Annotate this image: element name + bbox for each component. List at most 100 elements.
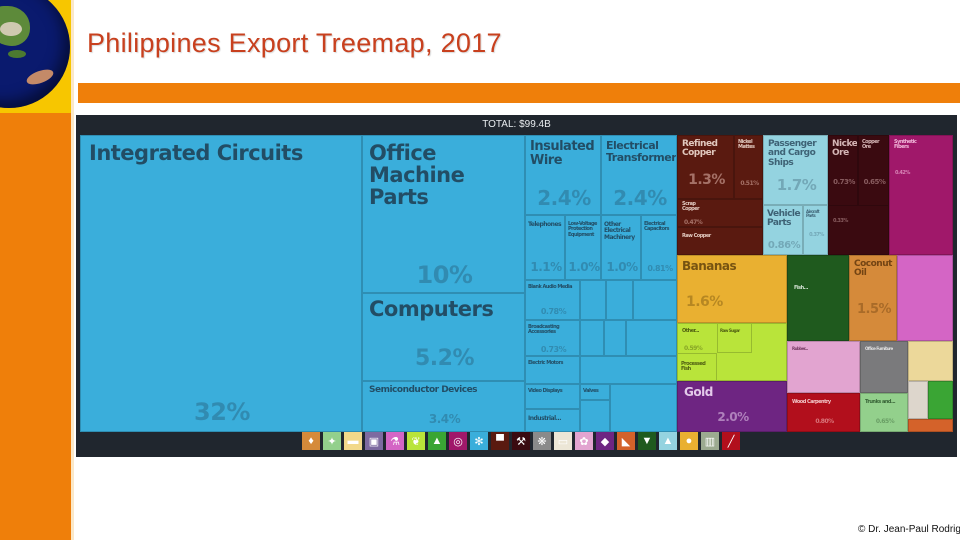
treemap-cell-computers[interactable]: Computers 5.2% — [362, 293, 525, 381]
treemap-cell-electrical-capacitors[interactable]: Electrical Capacitors 0.81% — [641, 215, 677, 280]
textiles-icon[interactable]: ▼ — [638, 432, 656, 450]
copyright-credit: © Dr. Jean-Paul Rodrigue — [858, 524, 960, 535]
treemap-cell-label: Electric Motors — [528, 360, 563, 366]
treemap-cell-share: 0.33% — [833, 218, 848, 224]
paper-goods-icon[interactable]: ▭ — [554, 432, 572, 450]
treemap-cell-refined-copper[interactable]: Refined Copper 1.3% — [677, 135, 734, 199]
treemap-cell-nickel-mattes[interactable]: Nickel Mattes 0.51% — [734, 135, 763, 199]
treemap-cell-raw-sugar[interactable]: Raw Sugar — [717, 323, 752, 353]
treemap-cell-label: Other... — [682, 328, 700, 334]
treemap-cell[interactable] — [610, 384, 677, 432]
chemical-products-icon[interactable]: ⚗ — [386, 432, 404, 450]
machines-icon[interactable]: ✻ — [470, 432, 488, 450]
foodstuffs-icon[interactable]: ❦ — [407, 432, 425, 450]
treemap-cell-footwear[interactable] — [908, 419, 953, 432]
treemap-cell-share: 2.4% — [613, 186, 667, 210]
treemap-cell-broadcasting-accessories[interactable]: Broadcasting Accessories 0.73% — [525, 320, 580, 356]
treemap-cell-office-machine-parts[interactable]: Office Machine Parts 10% — [362, 135, 525, 293]
treemap-cell-bananas[interactable]: Bananas 1.6% — [677, 255, 787, 323]
treemap-cell-office-furniture[interactable]: Office Furniture — [860, 341, 908, 393]
treemap-cell-low-voltage-protection[interactable]: Low-Voltage Protection Equipment 1.0% — [565, 215, 601, 280]
treemap-cell[interactable] — [580, 356, 677, 384]
treemap-cell-vehicle-parts[interactable]: Vehicle Parts 0.86% — [763, 205, 803, 255]
treemap-cell-scrap-copper[interactable]: Scrap Copper 0.47% — [677, 199, 763, 227]
treemap-cell-telephones[interactable]: Telephones 1.1% — [525, 215, 565, 280]
treemap-cell-label: Other Electrical Machinery — [604, 221, 635, 241]
treemap-cell-electric-motors[interactable]: Electric Motors — [525, 356, 580, 384]
treemap-cell-share: 1.0% — [568, 260, 600, 274]
treemap-cell-other-electrical-machinery[interactable]: Other Electrical Machinery 1.0% — [601, 215, 641, 280]
treemap-cell[interactable] — [580, 280, 606, 320]
treemap-cell-share: 1.7% — [776, 176, 817, 194]
treemap-cell-share: 0.73% — [540, 345, 567, 354]
treemap-cell-raw-copper[interactable]: Raw Copper — [677, 227, 763, 255]
treemap-cell-share: 0.51% — [740, 180, 759, 187]
treemap-cell-passenger-cargo-ships[interactable]: Passenger and Cargo Ships 1.7% — [763, 135, 828, 205]
treemap-cell-trunks[interactable]: Trunks and... 0.65% — [860, 393, 908, 432]
treemap-cell-clothing[interactable] — [928, 381, 953, 419]
treemap-cell-rubber[interactable]: Rubber... — [787, 341, 860, 393]
treemap-cell-label: Raw Copper — [682, 233, 711, 239]
treemap-cell-video-displays[interactable]: Video Displays — [525, 384, 580, 409]
treemap-cell[interactable] — [604, 320, 626, 356]
treemap-cell-synthetic-fibers[interactable]: Synthetic Fibers 0.42% — [889, 135, 953, 255]
treemap-cell[interactable] — [580, 400, 610, 432]
treemap-cell-label: Valves — [583, 388, 599, 394]
treemap-cell[interactable] — [580, 320, 604, 356]
treemap-cell-label: Trunks and... — [865, 399, 896, 405]
treemap-cell-share: 0.78% — [540, 307, 567, 316]
globe-logo-icon — [0, 0, 70, 108]
vegetable-products-icon[interactable]: ● — [680, 432, 698, 450]
treemap-cell-share: 0.42% — [895, 170, 910, 176]
treemap-cell-wood-carpentry[interactable]: Wood Carpentry 0.80% — [787, 393, 860, 432]
treemap-cell-label: Synthetic Fibers — [894, 139, 917, 151]
treemap-cell-paper-goods[interactable] — [908, 341, 953, 381]
weapons-icon[interactable]: ▥ — [701, 432, 719, 450]
treemap-cell-label: Electrical Capacitors — [644, 221, 669, 233]
precious-metals-icon[interactable]: ◆ — [596, 432, 614, 450]
treemap-cell-semiconductor-devices[interactable]: Semiconductor Devices 3.4% — [362, 381, 525, 432]
treemap-cell-label: Integrated Circuits — [89, 141, 303, 165]
footwear-icon[interactable]: ▲ — [428, 432, 446, 450]
treemap-cell[interactable] — [626, 320, 677, 356]
treemap-cell-gold[interactable]: Gold 2.0% — [677, 381, 787, 432]
treemap-cell-label: Office Furniture — [865, 346, 893, 351]
treemap-cell-share: 0.65% — [863, 178, 886, 186]
treemap-cell-blank-audio-media[interactable]: Blank Audio Media 0.78% — [525, 280, 580, 320]
treemap-cell-stone-glass[interactable] — [908, 381, 928, 419]
transportation-icon[interactable]: ▲ — [659, 432, 677, 450]
treemap-cell-label: Electrical Transformers — [606, 139, 677, 164]
treemap-cell-label: Raw Sugar — [720, 328, 740, 333]
treemap-cell-electrical-transformers[interactable]: Electrical Transformers 2.4% — [601, 135, 677, 215]
treemap-cell-other-minerals[interactable]: Other0.33% — [828, 205, 889, 255]
slide-title: Philippines Export Treemap, 2017 — [87, 28, 502, 58]
wood-products-icon[interactable]: ╱ — [722, 432, 740, 450]
miscellaneous-icon[interactable]: ❋ — [533, 432, 551, 450]
treemap-cell-chemical-products[interactable] — [897, 255, 953, 341]
treemap-cell-label: Fish... — [794, 285, 808, 291]
treemap-cell-insulated-wire[interactable]: Insulated Wire 2.4% — [525, 135, 601, 215]
metals-icon[interactable]: ▀ — [491, 432, 509, 450]
mineral-products-icon[interactable]: ⚒ — [512, 432, 530, 450]
treemap-cell[interactable] — [606, 280, 633, 320]
animal-hides-icon[interactable]: ✦ — [323, 432, 341, 450]
treemap-cell-share: 32% — [194, 398, 250, 426]
treemap-cell-aircraft-parts[interactable]: Aircraft Parts 0.37% — [803, 205, 828, 255]
treemap-cell-processed-fish[interactable]: Processed Fish — [677, 353, 717, 381]
stone-glass-icon[interactable]: ◣ — [617, 432, 635, 450]
treemap-cell[interactable] — [633, 280, 677, 320]
animal-bi-products-icon[interactable]: ♦ — [302, 432, 320, 450]
treemap-cell-coconut-oil[interactable]: Coconut Oil 1.5% — [849, 255, 897, 341]
treemap-cell-valves[interactable]: Valves — [580, 384, 610, 400]
treemap-cell-label: Aircraft Parts — [806, 209, 820, 219]
treemap-cell-industrial[interactable]: Industrial... — [525, 409, 580, 432]
instruments-icon[interactable]: ◎ — [449, 432, 467, 450]
plastics-rubbers-icon[interactable]: ✿ — [575, 432, 593, 450]
art-icon[interactable]: ▣ — [365, 432, 383, 450]
treemap-cell-integrated-circuits[interactable]: Integrated Circuits 32% — [80, 135, 362, 432]
treemap-cell-label: Blank Audio Media — [528, 284, 572, 290]
animal-products-icon[interactable]: ▬ — [344, 432, 362, 450]
treemap-cell-fish[interactable]: Fish... — [787, 255, 849, 341]
treemap-area: Integrated Circuits 32% Office Machine Par… — [80, 135, 953, 432]
treemap-cell-share: 3.4% — [428, 412, 461, 426]
